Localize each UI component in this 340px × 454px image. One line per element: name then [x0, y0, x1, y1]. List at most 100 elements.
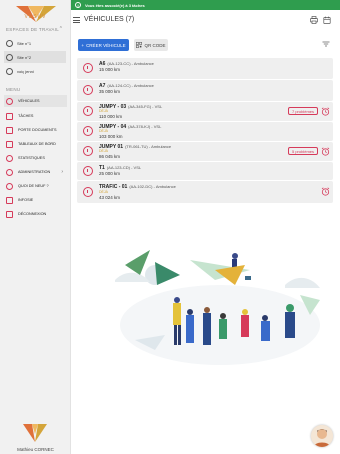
- vehicle-status: DÉJÀ: [99, 149, 108, 153]
- nav-item-infosie[interactable]: Infosie: [4, 194, 67, 206]
- user-photo: [311, 425, 333, 447]
- vehicle-plate: (AA-102-DC): [129, 184, 153, 189]
- vehicle-plate: (AA-378-KJ): [128, 123, 151, 129]
- workspace-label: Site n°1: [17, 40, 32, 46]
- vehicle-title: JUMPY - 04 (AA-378-KJ) - VSL: [99, 123, 162, 130]
- nav-item-vehicules[interactable]: Véhicules: [4, 95, 67, 107]
- create-vehicle-button[interactable]: + CRÉER VÉHICULE: [78, 39, 129, 51]
- vehicle-status-icon: [83, 187, 93, 197]
- qr-code-icon: [136, 42, 143, 48]
- workspace-item-site-2[interactable]: Site n°2: [4, 51, 66, 63]
- nav-item-documents[interactable]: Porte documents: [4, 124, 67, 136]
- nav-label: Statistiques: [18, 156, 45, 160]
- vehicle-title: TRAFIC - 01 (AA-102-DC) - Ambulance: [99, 184, 176, 190]
- vehicle-type: Ambulance: [133, 61, 154, 66]
- vehicle-type: VSL: [133, 165, 142, 170]
- menu-toggle-icon[interactable]: [73, 17, 80, 23]
- news-icon: [6, 182, 13, 190]
- workspace-icon: [6, 53, 13, 61]
- nav-item-administration[interactable]: Administration ›: [4, 166, 67, 178]
- vehicle-status: DÉJÀ: [99, 190, 108, 194]
- vesuv-footer-logo: [23, 424, 47, 442]
- info-icon: [6, 196, 13, 204]
- nav-item-logout[interactable]: Déconnexion: [4, 208, 67, 220]
- vehicle-km: 103 000 km: [99, 134, 123, 139]
- vehicle-status-icon: [83, 146, 93, 156]
- nav-item-statistiques[interactable]: Statistiques: [4, 152, 67, 164]
- nav-label: Tableaux de bord: [18, 142, 56, 146]
- workspace-icon: [6, 39, 13, 47]
- vehicle-type: Ambulance: [155, 184, 176, 189]
- workspace-item-3[interactable]: voiç jenni: [4, 65, 66, 77]
- vehicle-title: JUMPY - 03 (AA-345-FG) - VSL: [99, 103, 163, 110]
- vehicle-status-icon: [83, 63, 93, 73]
- nav-label: Administration: [18, 170, 51, 174]
- team-illustration: [115, 250, 320, 365]
- workspace-label: voiç jenni: [17, 68, 34, 74]
- vehicle-plate: (TR-061-TU): [125, 143, 148, 149]
- workspace-label: Site n°2: [17, 54, 32, 60]
- workspace-icon: [6, 67, 13, 75]
- problems-badge[interactable]: 7 problèmes: [287, 107, 318, 115]
- workspace-item-site-1[interactable]: Site n°1: [4, 37, 66, 49]
- vehicle-row-a7[interactable]: A7 (AA-124-CC) - Ambulance 35 000 km: [77, 80, 333, 101]
- vehicle-km: 25 000 km: [99, 171, 121, 176]
- vehicle-status-icon: [83, 106, 93, 116]
- vehicle-km: 43 024 km: [99, 195, 121, 200]
- qr-code-button[interactable]: QR CODE: [134, 39, 168, 51]
- vehicle-row-a6[interactable]: A6 (AA-123-CC) - Ambulance 15 000 km: [77, 58, 333, 79]
- alarm-clock-icon[interactable]: [321, 107, 330, 116]
- brand-name: VESUV: [24, 14, 47, 20]
- vehicle-row-t1[interactable]: T1 (AA-123-CD) - VSL 25 000 km: [77, 162, 333, 180]
- sidebar: VESUV ESPACES DE TRAVAIL ⌃ Site n°1 Site…: [0, 0, 71, 454]
- chevron-right-icon: ›: [61, 169, 63, 175]
- vehicle-plate: (AA-345-FG): [128, 103, 152, 109]
- banner-text: Vous êtes associé(e) à 3 tâches: [85, 2, 145, 8]
- vehicle-row-trafic-01[interactable]: TRAFIC - 01 (AA-102-DC) - Ambulance DÉJÀ …: [77, 181, 333, 203]
- nav-item-dashboard[interactable]: Tableaux de bord: [4, 138, 67, 150]
- vehicle-status-icon: [83, 166, 93, 176]
- vehicle-row-jumpy-04[interactable]: JUMPY - 04 (AA-378-KJ) - VSL DÉJÀ 103 000…: [77, 122, 333, 141]
- plus-icon: +: [81, 42, 85, 48]
- vehicle-row-jumpy-01[interactable]: JUMPY 01 (TR-061-TU) - Ambulance DÉJÀ 86 …: [77, 142, 333, 161]
- nav-label: Porte documents: [18, 128, 57, 132]
- nav-item-taches[interactable]: Tâches: [4, 110, 67, 122]
- vehicle-type: VSL: [154, 103, 163, 109]
- page-title: VÉHICULES (7): [84, 16, 135, 23]
- nav-label: Déconnexion: [18, 212, 47, 216]
- chevron-up-icon[interactable]: ⌃: [59, 26, 63, 32]
- nav-label: Véhicules: [18, 99, 40, 103]
- calendar-icon[interactable]: [323, 16, 331, 24]
- documents-icon: [6, 126, 13, 134]
- vehicle-plate: (AA-123-CD): [106, 165, 130, 170]
- vehicle-title: JUMPY 01 (TR-061-TU) - Ambulance: [99, 143, 172, 150]
- qr-code-label: QR CODE: [144, 42, 166, 48]
- alarm-clock-icon[interactable]: [321, 187, 330, 196]
- vehicle-plate: (AA-123-CC): [107, 61, 131, 66]
- filter-icon[interactable]: [322, 40, 330, 48]
- dashboard-icon: [6, 140, 13, 148]
- user-name: Mathieu CORNEC: [17, 447, 54, 452]
- vehicle-row-jumpy-03[interactable]: JUMPY - 03 (AA-345-FG) - VSL DÉJÀ 110 000…: [77, 102, 333, 121]
- tasks-banner[interactable]: i Vous êtes associé(e) à 3 tâches: [71, 0, 340, 10]
- user-avatar[interactable]: [311, 425, 333, 447]
- vehicle-km: 110 000 km: [99, 114, 123, 119]
- vehicle-km: 15 000 km: [99, 67, 121, 72]
- vehicle-status: DÉJÀ: [99, 129, 108, 133]
- stats-icon: [6, 154, 13, 162]
- problems-badge[interactable]: 5 problèmes: [287, 147, 318, 155]
- tasks-icon: [6, 112, 13, 120]
- info-icon: i: [75, 2, 81, 8]
- nav-label: Tâches: [18, 114, 34, 118]
- admin-icon: [6, 168, 13, 176]
- vehicle-type: Ambulance: [151, 143, 172, 149]
- vehicle-type: VSL: [153, 123, 162, 129]
- nav-label: Infosie: [18, 198, 34, 202]
- alarm-clock-icon[interactable]: [321, 147, 330, 156]
- print-icon[interactable]: [310, 16, 318, 24]
- vehicle-status-icon: [83, 85, 93, 95]
- vehicle-icon: [6, 97, 13, 105]
- nav-item-news[interactable]: Quoi de neuf ?: [4, 180, 67, 192]
- nav-label: Quoi de neuf ?: [18, 184, 49, 188]
- vehicle-type: Ambulance: [133, 83, 154, 88]
